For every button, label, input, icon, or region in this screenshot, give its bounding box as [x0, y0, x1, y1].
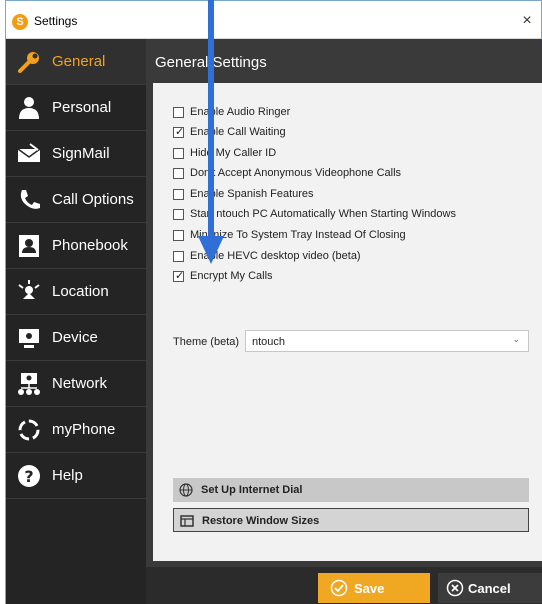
page-title: General Settings: [155, 54, 267, 71]
check-circle-icon: [330, 579, 348, 597]
location-icon: [18, 280, 40, 299]
sidebar-item-label: Device: [52, 329, 98, 346]
close-button[interactable]: ×: [515, 9, 539, 33]
call-options-icon: [20, 190, 40, 209]
phonebook-icon: [19, 235, 39, 257]
button-label: Restore Window Sizes: [202, 515, 320, 527]
cancel-button[interactable]: Cancel: [438, 573, 542, 603]
option-label: Enable Audio Ringer: [190, 106, 291, 118]
globe-icon: [179, 483, 193, 497]
settings-panel: Enable Audio Ringer Enable Call Waiting …: [153, 83, 542, 561]
signmail-icon: [17, 143, 41, 162]
sidebar-item-device[interactable]: Device: [6, 315, 146, 361]
checkbox-box[interactable]: [173, 107, 184, 118]
settings-content: General Settings Enable Audio Ringer Ena…: [146, 39, 542, 604]
sidebar-item-help[interactable]: ? Help: [6, 453, 146, 499]
checkbox-box[interactable]: [173, 148, 184, 159]
restore-window-sizes-button[interactable]: Restore Window Sizes: [173, 508, 529, 532]
checkbox-box[interactable]: [173, 230, 184, 241]
button-label: Cancel: [468, 581, 511, 596]
network-icon: [18, 373, 40, 395]
checkbox-box[interactable]: [173, 269, 184, 282]
theme-dropdown[interactable]: ntouch ⌄: [245, 330, 529, 352]
option-label: Enable Spanish Features: [190, 188, 314, 200]
save-button[interactable]: Save: [318, 573, 430, 603]
checkbox-box[interactable]: [173, 189, 184, 200]
option-label: Start ntouch PC Automatically When Start…: [190, 208, 456, 220]
option-label: Don't Accept Anonymous Videophone Calls: [190, 167, 402, 179]
checkbox-box[interactable]: [173, 209, 184, 220]
settings-window: S Settings × General Personal SignMail C…: [5, 0, 542, 604]
sidebar-item-label: Call Options: [52, 191, 134, 208]
sidebar-item-label: Location: [52, 283, 109, 300]
button-label: Save: [354, 581, 385, 596]
sidebar-item-network[interactable]: Network: [6, 361, 146, 407]
sidebar-item-myphone[interactable]: myPhone: [6, 407, 146, 453]
svg-text:?: ?: [24, 467, 33, 486]
button-label: Set Up Internet Dial: [201, 484, 303, 496]
checkbox-box[interactable]: [173, 251, 184, 262]
option-label: Minimize To System Tray Instead Of Closi…: [190, 229, 406, 241]
myphone-icon: [18, 419, 40, 441]
sidebar-item-general[interactable]: General: [6, 39, 146, 85]
dialog-footer: Save Cancel: [146, 567, 542, 604]
window-title: Settings: [34, 14, 78, 28]
option-label: Enable Call Waiting: [190, 126, 286, 138]
sidebar-item-phonebook[interactable]: Phonebook: [6, 223, 146, 269]
checkbox-box[interactable]: [173, 168, 184, 179]
person-icon: [19, 97, 39, 119]
sidebar-item-location[interactable]: Location: [6, 269, 146, 315]
sidebar-item-label: Help: [52, 467, 83, 484]
sidebar-item-call-options[interactable]: Call Options: [6, 177, 146, 223]
sidebar-item-label: Personal: [52, 99, 112, 116]
sidebar-item-label: Phonebook: [52, 237, 128, 254]
set-up-internet-dial-button[interactable]: Set Up Internet Dial: [173, 478, 529, 502]
option-label: Hide My Caller ID: [190, 147, 277, 159]
sidebar-item-signmail[interactable]: SignMail: [6, 131, 146, 177]
wrench-icon: [18, 52, 39, 73]
help-icon: ?: [18, 465, 40, 487]
theme-value: ntouch: [252, 336, 286, 348]
window-icon: [180, 515, 194, 527]
device-icon: [19, 329, 39, 348]
close-circle-icon: [446, 579, 464, 597]
option-label: Enable HEVC desktop video (beta): [190, 250, 361, 262]
sidebar-item-label: Network: [52, 375, 108, 392]
checkbox-box[interactable]: [173, 125, 184, 138]
chevron-down-icon: ⌄: [512, 334, 520, 344]
app-logo-icon: S: [12, 14, 28, 30]
sidebar-item-personal[interactable]: Personal: [6, 85, 146, 131]
option-label: Encrypt My Calls: [190, 270, 273, 282]
theme-label: Theme (beta): [173, 336, 240, 348]
sidebar-item-label: SignMail: [52, 145, 110, 162]
sidebar-item-label: General: [52, 53, 106, 70]
title-bar: S Settings ×: [6, 1, 541, 39]
sidebar-item-label: myPhone: [52, 421, 116, 438]
settings-sidebar: General Personal SignMail Call Options P…: [6, 39, 146, 604]
